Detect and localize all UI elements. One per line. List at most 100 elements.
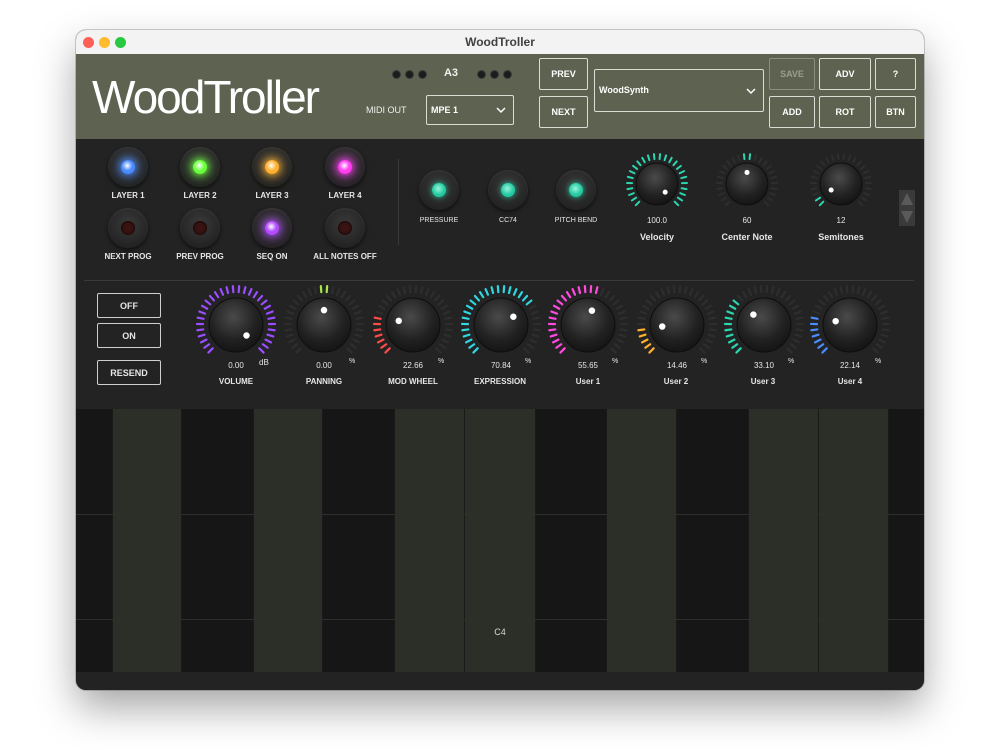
off-button[interactable]: OFF — [97, 293, 161, 318]
knob-tick — [814, 304, 823, 310]
knob-tick — [637, 316, 646, 320]
knob-tick — [660, 288, 666, 296]
knob-tick — [836, 153, 840, 161]
knob-tick — [616, 338, 625, 344]
knob-tick — [219, 288, 225, 296]
knob-tick — [517, 291, 524, 299]
rot-button[interactable]: ROT — [819, 96, 871, 128]
knob-tick — [203, 343, 211, 349]
expression-knob[interactable] — [460, 285, 542, 365]
help-button[interactable]: ? — [875, 58, 916, 90]
knob-tick — [731, 156, 736, 164]
user-3-knob[interactable] — [723, 285, 805, 365]
prev-prog-pad[interactable] — [180, 208, 220, 248]
knob-tick — [636, 160, 642, 167]
knob-tick — [768, 170, 776, 175]
knob-tick — [731, 343, 739, 349]
volume-unit: dB — [259, 358, 269, 367]
mod-wheel-knob[interactable] — [372, 285, 454, 365]
note-column[interactable] — [394, 409, 465, 672]
knob-tick — [683, 286, 688, 295]
panning-unit: % — [349, 358, 356, 365]
user-1-knob[interactable] — [547, 285, 629, 365]
knob-tick — [784, 294, 792, 302]
midi-out-select[interactable]: MPE 1 — [426, 95, 514, 125]
layer-1-pad[interactable] — [108, 147, 148, 187]
save-button[interactable]: SAVE — [769, 58, 815, 90]
volume-knob[interactable] — [195, 285, 277, 365]
seq-on-pad[interactable] — [252, 208, 292, 248]
cc74-led — [488, 170, 528, 210]
knob-tick — [741, 291, 748, 299]
knob-tick — [617, 310, 626, 315]
user-4-knob[interactable] — [809, 285, 891, 365]
knob-tick — [762, 160, 768, 167]
knob-tick — [301, 291, 308, 299]
resend-button[interactable]: RESEND — [97, 360, 161, 385]
panning-knob[interactable] — [283, 285, 365, 365]
layer-4-pad[interactable] — [325, 147, 365, 187]
knob-tick — [860, 196, 868, 202]
adv-button[interactable]: ADV — [819, 58, 871, 90]
knob-tick — [433, 294, 441, 302]
knob-tick — [443, 333, 452, 338]
knob-tick — [197, 333, 206, 338]
note-column[interactable] — [535, 409, 607, 672]
knob-tick — [793, 310, 802, 315]
semitones-knob[interactable] — [810, 153, 872, 215]
knob-tick — [866, 291, 873, 299]
all-notes-off-pad[interactable] — [325, 208, 365, 248]
velocity-knob[interactable] — [626, 153, 688, 215]
btn-button[interactable]: BTN — [875, 96, 916, 128]
note-grid[interactable]: C4 — [76, 409, 924, 672]
note-column[interactable] — [818, 409, 889, 672]
knob-tick — [375, 310, 384, 315]
knob-tick — [780, 291, 787, 299]
knob-tick — [646, 154, 651, 162]
note-column[interactable] — [888, 409, 924, 672]
layer-1-label: LAYER 1 — [111, 191, 145, 200]
user-4-label: User 4 — [837, 377, 863, 386]
layer-3-pad[interactable] — [252, 147, 292, 187]
note-column[interactable] — [112, 409, 182, 672]
knob-tick — [813, 338, 822, 344]
knob-tick — [732, 299, 740, 306]
knob-tick — [266, 333, 275, 338]
note-column[interactable] — [253, 409, 323, 672]
note-column[interactable] — [322, 409, 395, 672]
knob-tick — [705, 338, 714, 344]
knob-tick — [769, 192, 776, 197]
knob-tick — [722, 164, 729, 170]
indicator-dot — [418, 70, 427, 79]
preset-select[interactable]: WoodSynth — [594, 69, 764, 112]
knob-tick — [478, 291, 485, 299]
center-note-knob[interactable] — [716, 153, 778, 215]
led-icon — [193, 160, 207, 174]
note-column[interactable] — [748, 409, 819, 672]
layer-2-pad[interactable] — [180, 147, 220, 187]
next-button[interactable]: NEXT — [539, 96, 588, 128]
prev-button[interactable]: PREV — [539, 58, 588, 90]
knob-tick — [208, 294, 216, 302]
knob-tick — [874, 299, 882, 306]
add-button[interactable]: ADD — [769, 96, 815, 128]
knob-indicator — [658, 323, 666, 330]
scroll-stepper[interactable] — [899, 190, 915, 226]
knob-tick — [818, 299, 826, 306]
knob-tick — [390, 291, 397, 299]
note-column[interactable] — [76, 409, 113, 672]
next-prog-pad[interactable] — [108, 208, 148, 248]
knob-tick — [523, 347, 530, 354]
note-column[interactable] — [181, 409, 254, 672]
note-column[interactable] — [606, 409, 677, 672]
knob-tick — [555, 343, 563, 349]
note-column[interactable] — [676, 409, 749, 672]
on-button[interactable]: ON — [97, 323, 161, 348]
mod-wheel-unit: % — [438, 358, 445, 365]
user-2-knob[interactable] — [636, 285, 718, 365]
center-note-value: 60 — [742, 216, 752, 225]
knob-tick — [879, 310, 888, 315]
knob-tick — [810, 328, 819, 332]
user-3-label: User 3 — [750, 377, 776, 386]
knob-tick — [374, 333, 383, 338]
